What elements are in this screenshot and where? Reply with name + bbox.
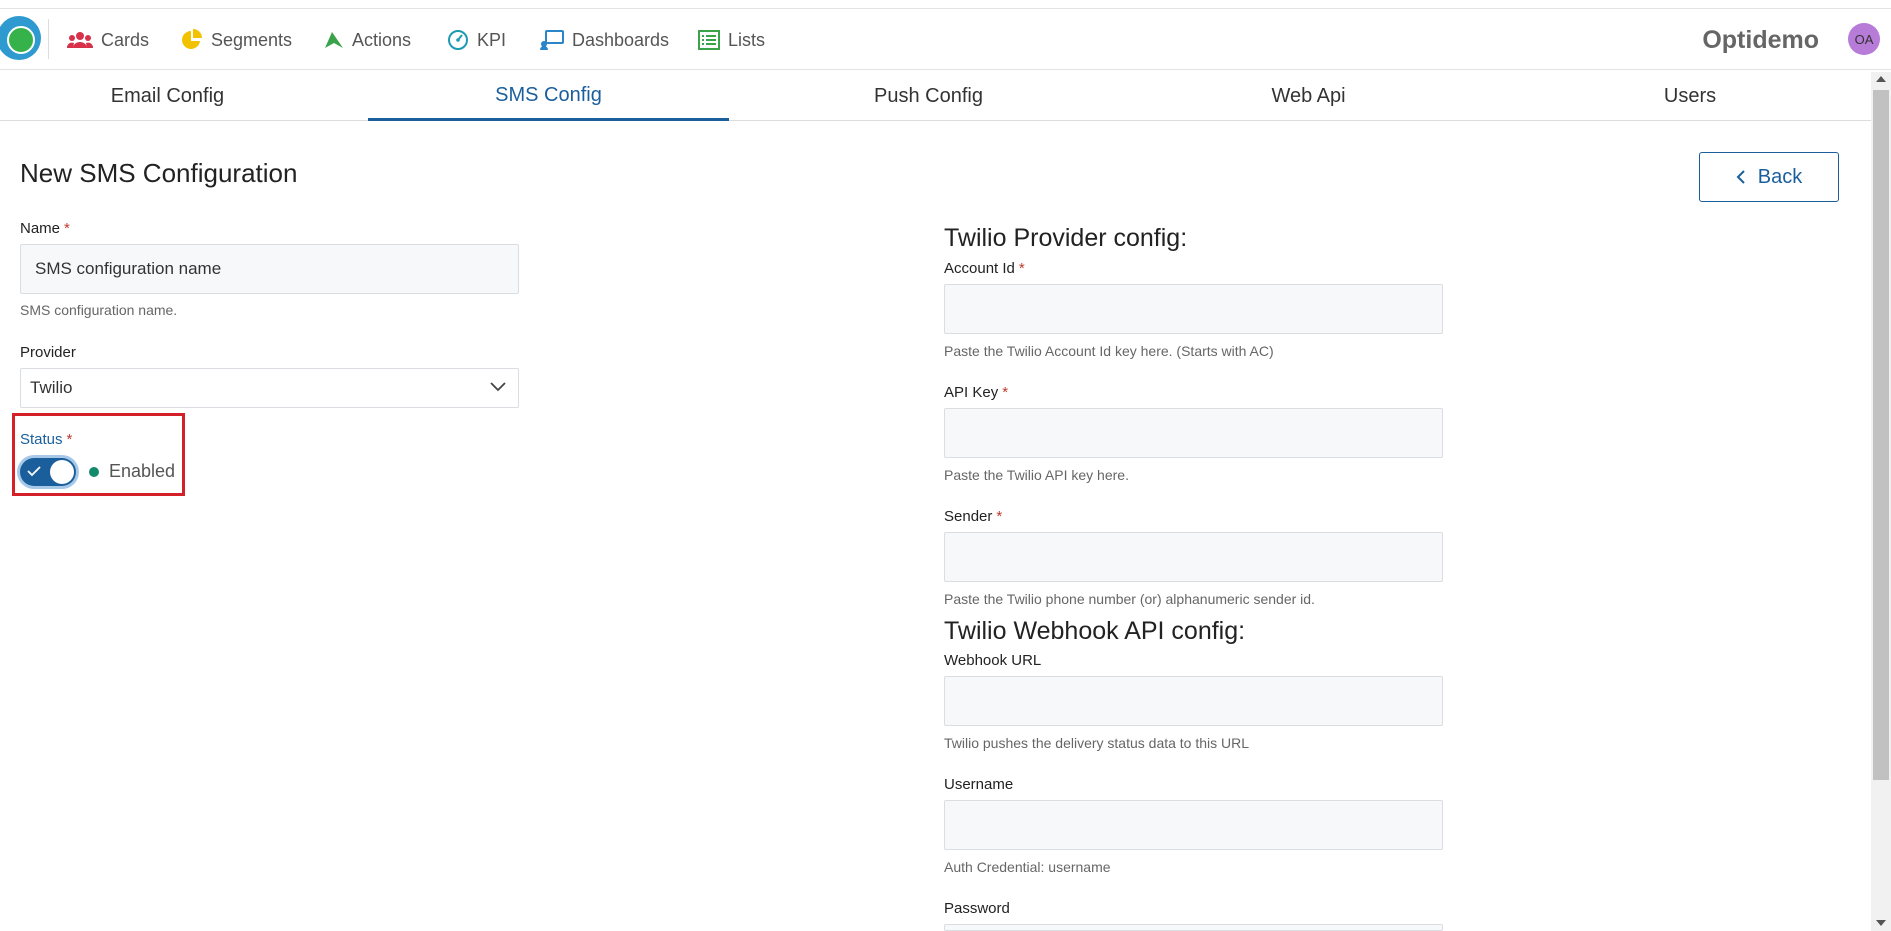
tab-label: SMS Config bbox=[495, 83, 602, 106]
users-icon bbox=[67, 32, 93, 48]
app-logo-icon[interactable] bbox=[0, 16, 41, 60]
username-hint: Auth Credential: username bbox=[944, 859, 1111, 875]
tab-email-config[interactable]: Email Config bbox=[0, 72, 335, 120]
required-mark: * bbox=[996, 508, 1003, 525]
tab-users[interactable]: Users bbox=[1520, 72, 1860, 120]
account-id-label: Account Id * bbox=[944, 260, 1025, 277]
name-hint: SMS configuration name. bbox=[20, 302, 178, 318]
gauge-icon bbox=[448, 30, 468, 50]
name-label: Name * bbox=[20, 220, 70, 237]
nav-item-dashboards[interactable]: Dashboards bbox=[540, 27, 669, 53]
nav-item-label: Dashboards bbox=[572, 29, 670, 50]
scroll-down-icon[interactable] bbox=[1876, 920, 1886, 926]
paper-plane-icon bbox=[325, 32, 343, 48]
status-toggle[interactable] bbox=[20, 458, 76, 486]
required-mark: * bbox=[66, 431, 73, 448]
api-key-hint: Paste the Twilio API key here. bbox=[944, 467, 1129, 483]
tab-label: Email Config bbox=[110, 84, 225, 107]
nav-item-label: Lists bbox=[728, 29, 766, 50]
nav-item-label: Actions bbox=[352, 29, 412, 50]
provider-label: Provider bbox=[20, 344, 76, 361]
nav-item-lists[interactable]: Lists bbox=[698, 27, 765, 53]
password-input[interactable] bbox=[944, 924, 1443, 931]
sender-input[interactable] bbox=[944, 532, 1443, 582]
nav-item-actions[interactable]: Actions bbox=[324, 27, 411, 53]
status-label-text: Status bbox=[20, 431, 63, 448]
status-value: Enabled bbox=[109, 461, 176, 481]
provider-select[interactable]: Twilio bbox=[20, 368, 519, 408]
toggle-knob bbox=[50, 460, 74, 484]
tab-push-config[interactable]: Push Config bbox=[760, 72, 1097, 120]
name-label-text: Name bbox=[20, 220, 61, 237]
tab-sms-config[interactable]: SMS Config bbox=[368, 72, 729, 121]
nav-divider bbox=[48, 19, 49, 59]
page-title: New SMS Configuration bbox=[20, 158, 298, 188]
required-mark: * bbox=[1018, 260, 1025, 277]
scroll-up-icon[interactable] bbox=[1876, 76, 1886, 82]
back-button[interactable]: Back bbox=[1699, 152, 1839, 202]
twilio-webhook-title: Twilio Webhook API config: bbox=[944, 617, 1246, 645]
nav-item-cards[interactable]: Cards bbox=[67, 27, 149, 53]
webhook-url-input[interactable] bbox=[944, 676, 1443, 726]
nav-item-segments[interactable]: Segments bbox=[181, 27, 292, 53]
required-mark: * bbox=[1002, 384, 1009, 401]
nav-item-label: KPI bbox=[477, 29, 507, 50]
provider-select-value: Twilio bbox=[30, 378, 73, 397]
back-button-label: Back bbox=[1757, 165, 1803, 188]
status-label: Status * bbox=[20, 431, 72, 448]
username-input[interactable] bbox=[944, 800, 1443, 850]
sender-hint: Paste the Twilio phone number (or) alpha… bbox=[944, 591, 1315, 607]
scrollbar-thumb[interactable] bbox=[1873, 90, 1889, 780]
account-id-hint: Paste the Twilio Account Id key here. (S… bbox=[944, 343, 1274, 359]
sender-label: Sender * bbox=[944, 508, 1002, 525]
api-key-label: API Key * bbox=[944, 384, 1008, 401]
webhook-url-label: Webhook URL bbox=[944, 652, 1042, 669]
check-icon bbox=[27, 466, 41, 477]
tab-label: Web Api bbox=[1271, 84, 1346, 107]
name-input-value: SMS configuration name bbox=[35, 259, 222, 278]
nav-item-label: Segments bbox=[211, 29, 293, 50]
dashboard-icon bbox=[540, 30, 564, 50]
twilio-provider-title: Twilio Provider config: bbox=[944, 224, 1188, 252]
chevron-down-icon bbox=[490, 382, 506, 392]
api-key-label-text: API Key bbox=[944, 384, 999, 401]
brand-name: Optidemo bbox=[1702, 26, 1819, 54]
tab-web-api[interactable]: Web Api bbox=[1140, 72, 1477, 120]
avatar[interactable]: OA bbox=[1848, 23, 1880, 55]
tab-label: Push Config bbox=[874, 84, 983, 107]
api-key-input[interactable] bbox=[944, 408, 1443, 458]
sender-label-text: Sender bbox=[944, 508, 993, 525]
webhook-url-hint: Twilio pushes the delivery status data t… bbox=[944, 735, 1250, 751]
account-id-input[interactable] bbox=[944, 284, 1443, 334]
username-label: Username bbox=[944, 776, 1014, 793]
required-mark: * bbox=[64, 220, 70, 237]
top-navigation: Cards Segments Actions KPI Dashboards Li… bbox=[0, 8, 1891, 70]
nav-item-kpi[interactable]: KPI bbox=[447, 27, 506, 53]
chevron-left-icon bbox=[1736, 170, 1745, 184]
config-tabs: Email Config SMS Config Push Config Web … bbox=[0, 72, 1872, 121]
tab-label: Users bbox=[1663, 84, 1717, 107]
password-label: Password bbox=[944, 900, 1010, 917]
nav-item-label: Cards bbox=[101, 29, 150, 50]
status-dot bbox=[89, 467, 99, 477]
list-icon bbox=[698, 30, 720, 50]
pie-chart-icon bbox=[182, 29, 202, 49]
name-input[interactable]: SMS configuration name bbox=[20, 244, 519, 294]
account-id-label-text: Account Id bbox=[944, 260, 1015, 277]
